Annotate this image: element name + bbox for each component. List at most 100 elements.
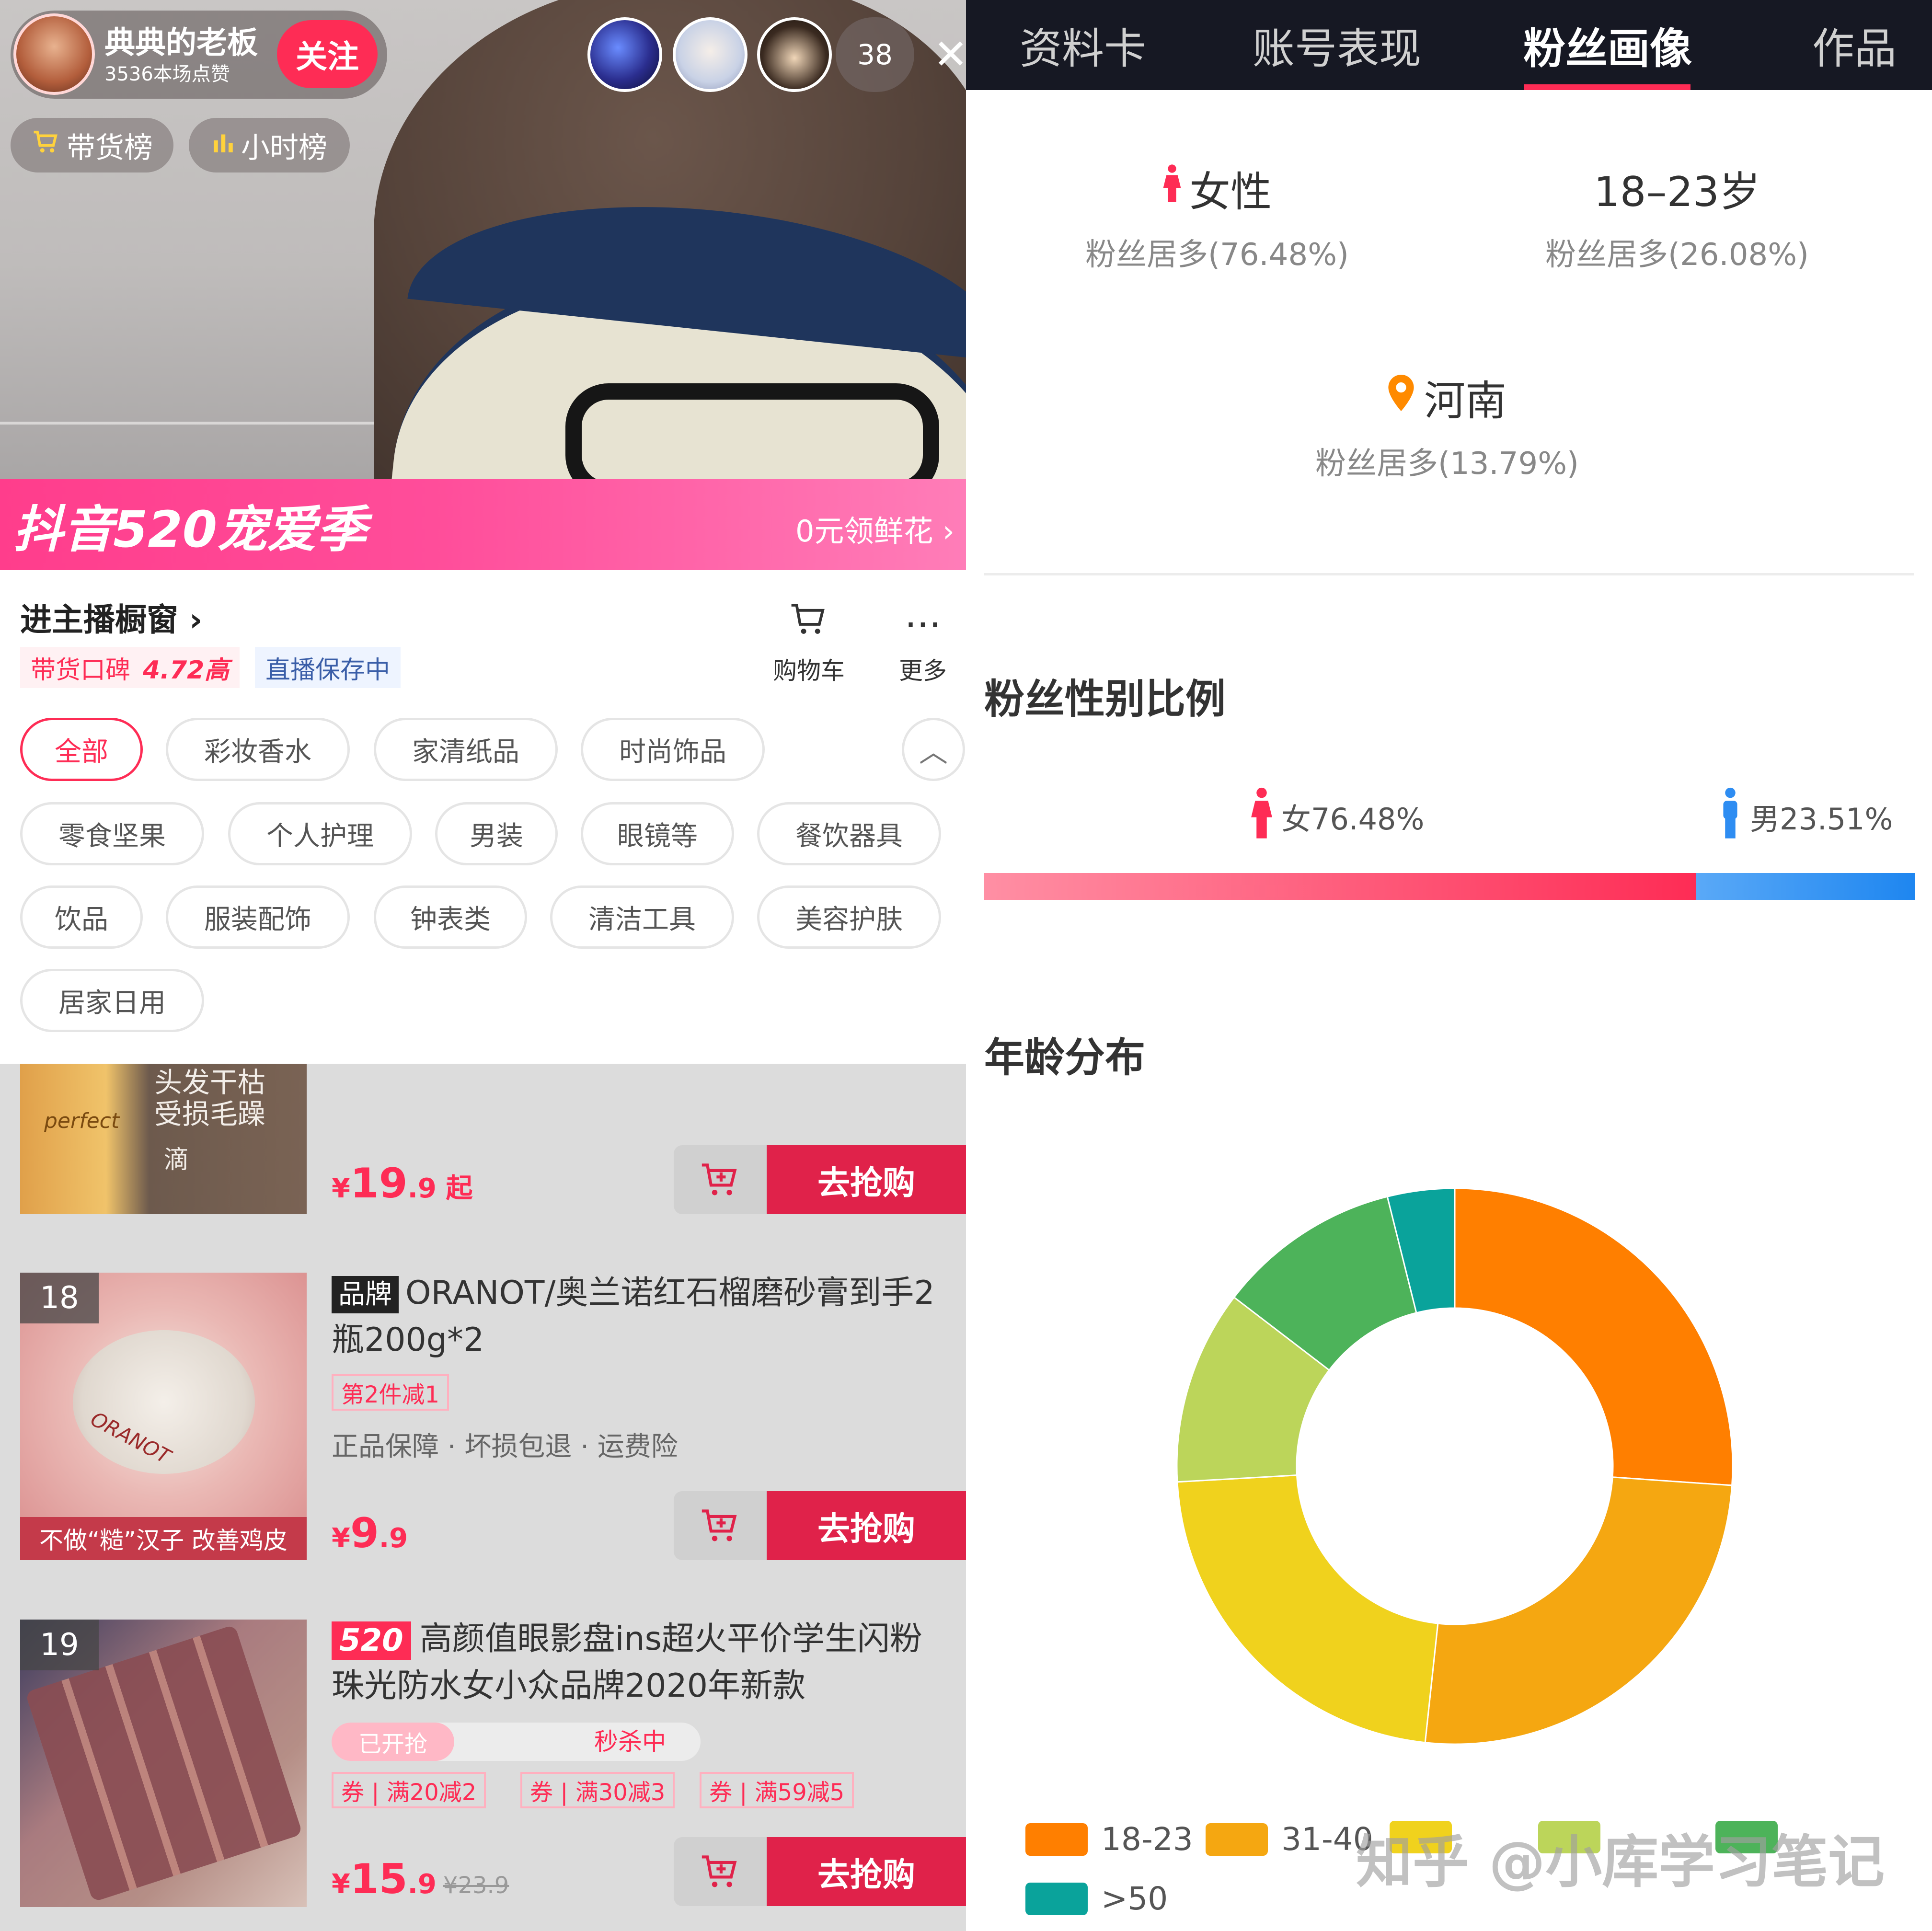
product-title[interactable]: 520 高颜值眼影盘ins超火平价学生闪粉珠光防水女小众品牌2020年新款 <box>332 1616 954 1710</box>
product-title-text: ORANOT/奥兰诺红石榴磨砂膏到手2瓶200g*2 <box>332 1274 935 1359</box>
category-chip[interactable]: 时尚饰品 <box>581 718 765 781</box>
price-symbol: ¥ <box>332 1523 350 1554</box>
category-chip[interactable]: 餐饮器具 <box>757 802 941 865</box>
category-chip[interactable]: 服装配饰 <box>166 885 350 949</box>
category-chip[interactable]: 饮品 <box>20 885 143 949</box>
shopping-cart-icon <box>761 599 857 652</box>
buy-now-button[interactable]: 去抢购 <box>767 1837 966 1906</box>
brand-tag: 品牌 <box>332 1276 399 1314</box>
female-icon <box>1162 164 1182 212</box>
host-avatar[interactable] <box>13 13 95 95</box>
product-title[interactable]: 品牌 ORANOT/奥兰诺红石榴磨砂膏到手2瓶200g*2 <box>332 1270 954 1364</box>
coupon-tag[interactable]: 券 | 满20减2 <box>332 1772 486 1808</box>
product-title-text: 高颜值眼影盘ins超火平价学生闪粉珠光防水女小众品牌2020年新款 <box>332 1620 923 1705</box>
event-tag: 520 <box>332 1621 411 1660</box>
top-gender-label: 女性 <box>1189 168 1272 216</box>
price-decimal: .9 <box>379 1523 408 1554</box>
category-chip[interactable]: 美容护肤 <box>757 885 941 949</box>
donut-slice-31-40[interactable] <box>1424 1476 1733 1745</box>
price-suffix: 起 <box>446 1173 473 1204</box>
buy-now-button[interactable]: 去抢购 <box>767 1145 966 1214</box>
close-icon[interactable]: ✕ <box>933 31 966 79</box>
thumb-caption: 不做“糙”汉子 改善鸡皮 <box>20 1517 307 1560</box>
donut-slice-18-23[interactable] <box>1454 1187 1734 1486</box>
male-ratio-label: 男23.51% <box>1719 786 1893 847</box>
category-chip[interactable]: 零食坚果 <box>20 802 204 865</box>
tab-works[interactable]: 作品 <box>1787 0 1921 90</box>
thumb-overlay-text: 受损毛躁 <box>154 1098 266 1130</box>
product-price: ¥15.9 ¥23.9 <box>332 1855 509 1903</box>
viewer-avatar[interactable] <box>757 17 832 92</box>
price-symbol: ¥ <box>332 1173 350 1204</box>
buy-now-button[interactable]: 去抢购 <box>767 1491 966 1560</box>
top-region-label: 河南 <box>1424 377 1506 425</box>
service-guarantee: 正品保障 · 坏损包退 · 运费险 <box>332 1431 678 1462</box>
top-gender-stat: 女性 <box>1064 158 1370 218</box>
viewer-avatar[interactable] <box>673 17 748 92</box>
tab-account-performance[interactable]: 账号表现 <box>1241 0 1433 90</box>
category-chip[interactable]: 居家日用 <box>20 969 204 1032</box>
bar-chart-icon <box>211 128 235 162</box>
product-rank-badge: 18 <box>20 1273 99 1323</box>
reputation-score: 4.72高 <box>143 655 230 685</box>
legend-label: 18-23 <box>1101 1821 1193 1858</box>
top-age-stat: 18–23岁 <box>1594 168 1760 216</box>
saving-status-badge: 直播保存中 <box>255 647 401 688</box>
age-donut-chart[interactable] <box>1158 1169 1752 1763</box>
price-symbol: ¥ <box>332 1869 350 1900</box>
legend-item[interactable]: 18-23 <box>1025 1821 1193 1858</box>
category-chip[interactable]: 全部 <box>20 718 143 781</box>
reputation-badge: 带货口碑 4.72高 <box>20 647 240 688</box>
donut-slice-<18[interactable] <box>1176 1474 1439 1744</box>
free-flower-link[interactable]: 0元领鲜花 › <box>795 507 954 550</box>
add-to-cart-icon[interactable] <box>674 1145 767 1214</box>
legend-item[interactable]: 31-40 <box>1206 1821 1373 1858</box>
gender-section-title: 粉丝性别比例 <box>984 676 1226 723</box>
female-ratio-text: 女76.48% <box>1281 801 1425 837</box>
category-chip[interactable]: 眼镜等 <box>581 802 734 865</box>
sales-rank-label: 带货榜 <box>67 131 153 165</box>
thumb-overlay-text: 滴 <box>164 1146 189 1174</box>
legend-swatch <box>1025 1882 1088 1915</box>
host-name: 典典的老板 <box>104 25 258 61</box>
viewer-count-badge[interactable]: 38 <box>836 17 914 92</box>
sales-rank-chip[interactable]: 带货榜 <box>11 118 173 172</box>
enter-store-link[interactable]: 进主播橱窗 › <box>20 594 202 640</box>
category-chip[interactable]: 钟表类 <box>374 885 527 949</box>
product-thumbnail[interactable]: 头发干枯 受损毛躁 滴 perfect <box>20 1064 307 1214</box>
hourly-rank-chip[interactable]: 小时榜 <box>189 118 350 172</box>
category-chip[interactable]: 家清纸品 <box>374 718 558 781</box>
top-region-sub: 粉丝居多(13.79%) <box>1315 446 1579 482</box>
price-integer: 15 <box>350 1855 408 1903</box>
flash-sale-status: 秒杀中 <box>594 1728 666 1756</box>
follow-button[interactable]: 关注 <box>277 20 378 88</box>
top-region-stat: 河南 <box>1294 367 1600 427</box>
cart-tool[interactable]: 购物车 <box>761 599 857 686</box>
active-tab-indicator <box>1524 84 1690 90</box>
add-to-cart-icon[interactable] <box>674 1837 767 1906</box>
category-chip[interactable]: 清洁工具 <box>550 885 734 949</box>
tab-profile-card[interactable]: 资料卡 <box>1001 0 1164 90</box>
more-tool[interactable]: ··· 更多 <box>875 599 966 686</box>
top-gender-sub: 粉丝居多(76.48%) <box>1085 237 1349 273</box>
female-ratio-label: 女76.48% <box>1251 786 1424 847</box>
category-chip[interactable]: 个人护理 <box>228 802 412 865</box>
cart-label: 购物车 <box>773 657 845 685</box>
coupon-tag[interactable]: 券 | 满59减5 <box>700 1772 854 1808</box>
top-age-sub: 粉丝居多(26.08%) <box>1545 237 1809 273</box>
add-to-cart-icon[interactable] <box>674 1491 767 1560</box>
tab-fan-portrait[interactable]: 粉丝画像 <box>1519 0 1696 90</box>
coupon-tag[interactable]: 券 | 满30减3 <box>520 1772 675 1808</box>
collapse-categories-chevron-up-icon[interactable]: ︿ <box>902 718 965 781</box>
viewer-avatar[interactable] <box>587 17 662 92</box>
category-chip[interactable]: 彩妆香水 <box>166 718 350 781</box>
price-decimal: .9 <box>407 1869 437 1900</box>
legend-item[interactable]: >50 <box>1025 1880 1168 1917</box>
female-ratio-bar <box>984 873 1696 900</box>
female-icon <box>1251 786 1273 847</box>
male-ratio-text: 男23.51% <box>1750 801 1893 837</box>
more-dots-icon: ··· <box>904 603 942 647</box>
category-chip[interactable]: 男装 <box>435 802 558 865</box>
flash-sale-started: 已开抢 <box>332 1723 454 1761</box>
product-price: ¥9.9 <box>332 1509 408 1557</box>
